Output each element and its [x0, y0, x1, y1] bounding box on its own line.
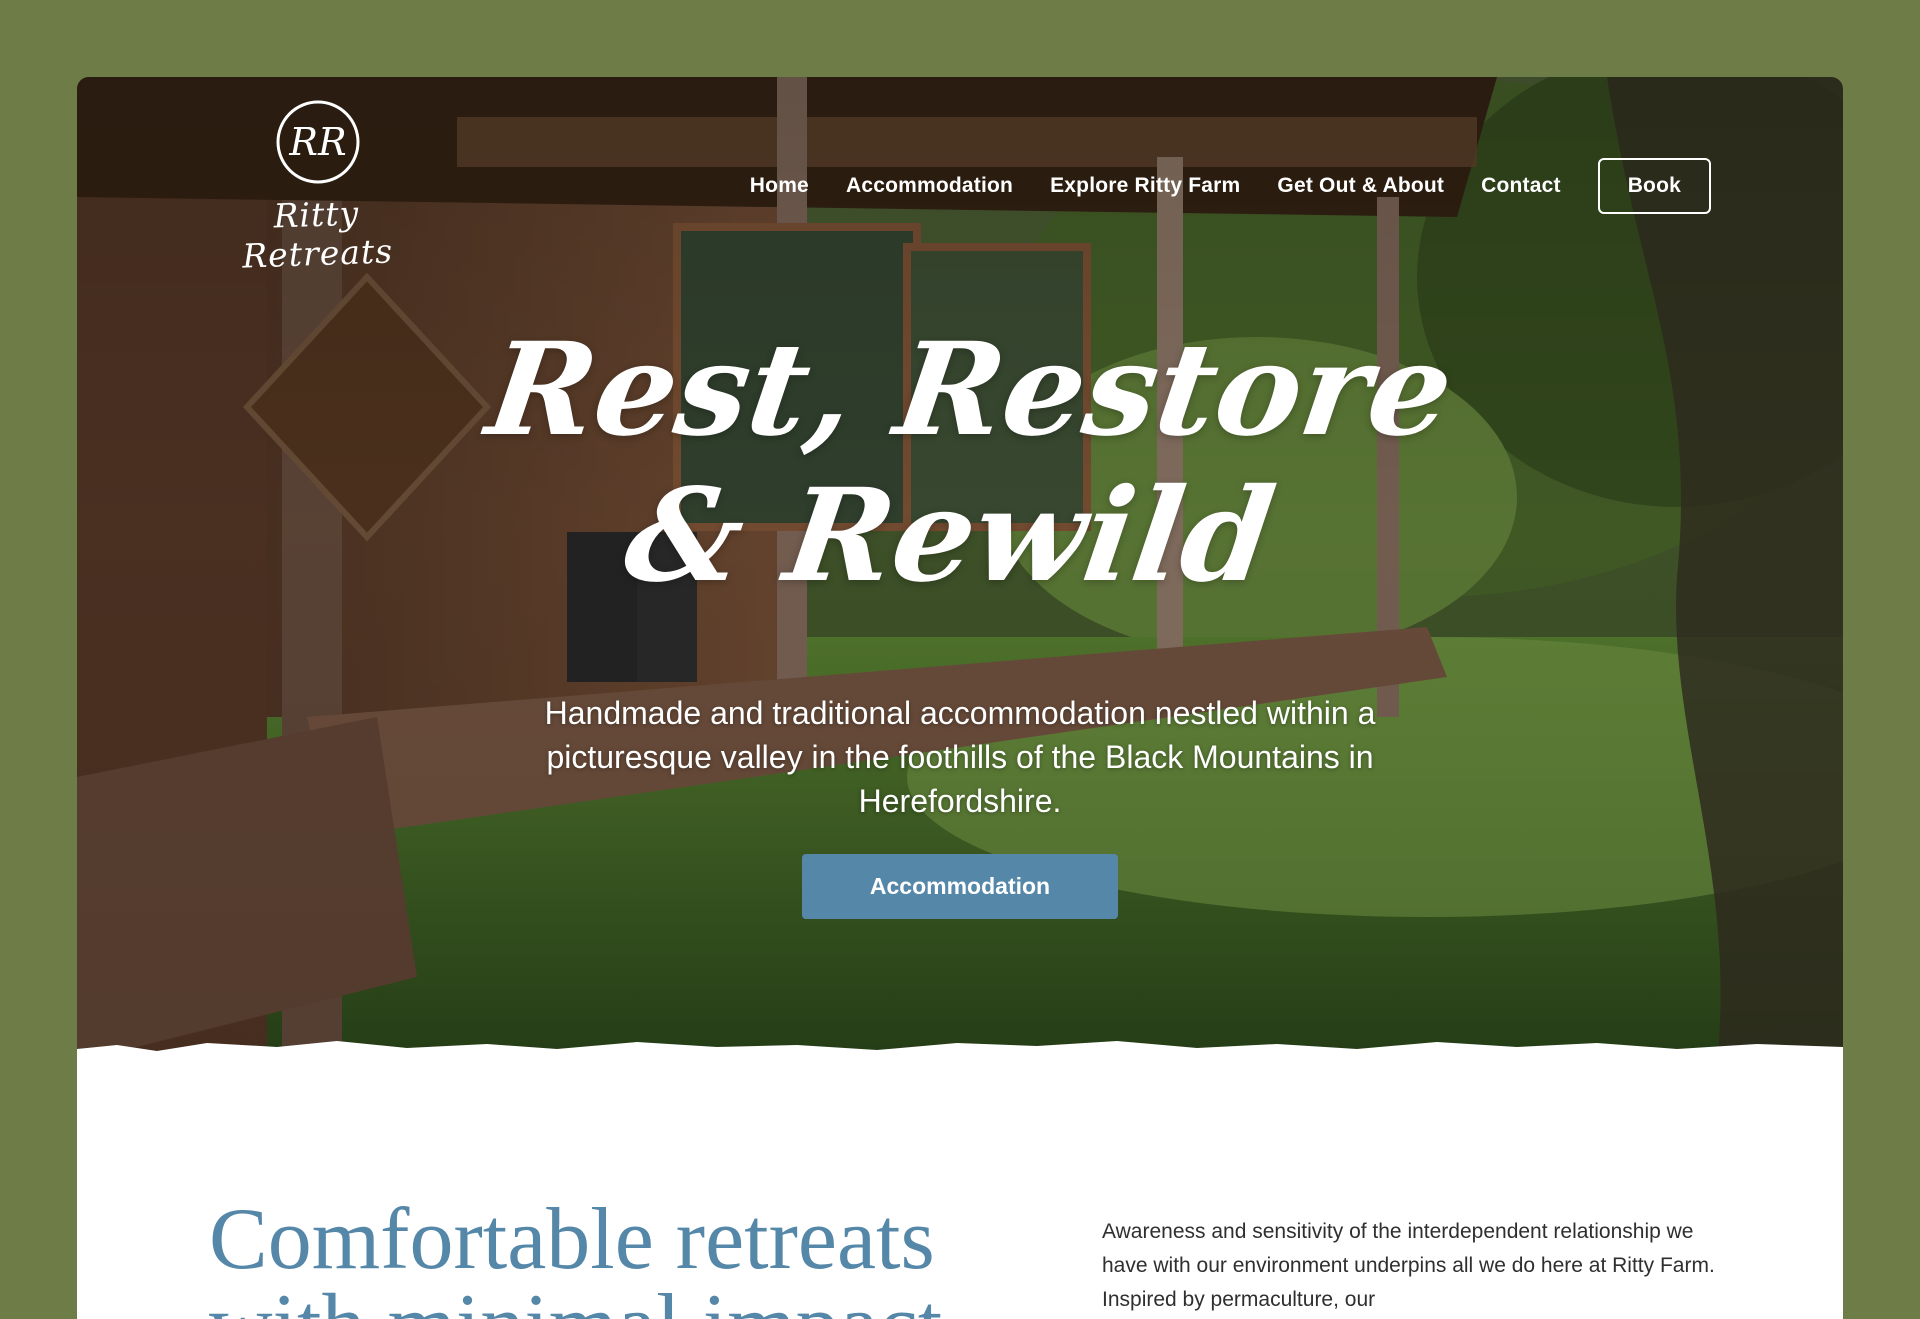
- nav-link-accommodation[interactable]: Accommodation: [846, 174, 1013, 198]
- book-button[interactable]: Book: [1597, 158, 1711, 214]
- logo-wordmark: Ritty Retreats: [241, 193, 394, 276]
- hero-subtitle: Handmade and traditional accommodation n…: [544, 695, 1376, 819]
- nav-link-get-out-about[interactable]: Get Out & About: [1277, 174, 1444, 198]
- nav-link-home[interactable]: Home: [750, 174, 809, 198]
- hero-title-line-1: Rest, Restore: [479, 315, 1462, 465]
- hero-title-line-2: & Rewild: [616, 461, 1283, 611]
- intro-heading: Comfortable retreats with minimal impact: [209, 1191, 942, 1319]
- main-navigation: Home Accommodation Explore Ritty Farm Ge…: [750, 157, 1711, 215]
- torn-edge-divider: [77, 1041, 1843, 1062]
- site-logo[interactable]: RR Ritty Retreats: [207, 97, 427, 276]
- intro-paragraph: Awareness and sensitivity of the interde…: [1102, 1220, 1715, 1311]
- logo-monogram-icon: RR: [276, 100, 360, 184]
- accommodation-cta-button[interactable]: Accommodation: [802, 854, 1118, 919]
- nav-link-contact[interactable]: Contact: [1481, 174, 1561, 198]
- hero-title: Rest, Restore & Rewild: [439, 315, 1480, 611]
- hero-section: RR Ritty Retreats Home Accommodation Exp…: [77, 77, 1843, 1062]
- page-frame: RR Ritty Retreats Home Accommodation Exp…: [77, 77, 1843, 1319]
- nav-link-explore-ritty-farm[interactable]: Explore Ritty Farm: [1050, 174, 1240, 198]
- svg-text:RR: RR: [288, 120, 346, 164]
